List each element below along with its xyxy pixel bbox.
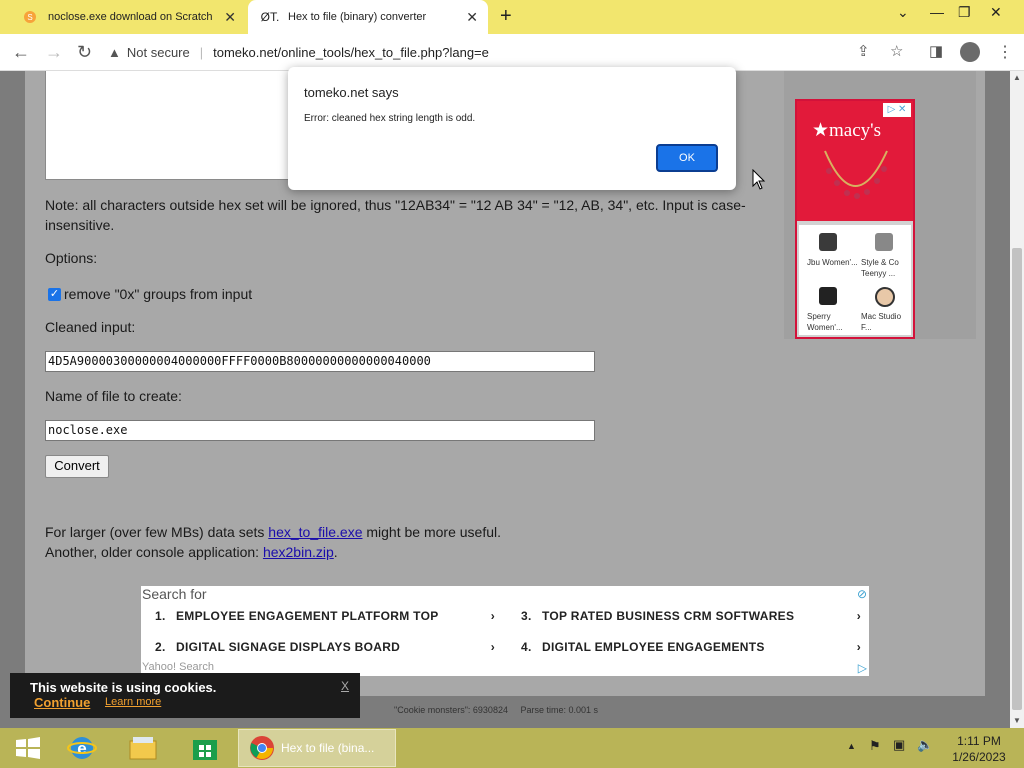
product-label[interactable]: Sperry Women'... (807, 311, 859, 333)
options-label: Options: (45, 250, 98, 266)
close-tab-icon[interactable]: ✕ (224, 9, 236, 26)
volume-icon[interactable]: 🔈 (917, 737, 933, 753)
convert-button[interactable]: Convert (45, 455, 109, 478)
side-panel-icon[interactable]: ◨ (929, 42, 943, 60)
new-tab-icon[interactable]: + (500, 5, 512, 28)
cookie-banner: This website is using cookies. Continue … (10, 673, 360, 718)
tomeko-icon: ØT. (260, 10, 280, 24)
internet-explorer-icon[interactable]: e (54, 731, 110, 765)
remove-0x-label: remove "0x" groups from input (64, 286, 253, 302)
hex2bin-link[interactable]: hex2bin.zip (263, 544, 334, 560)
cookie-learn-more-link[interactable]: Learn more (105, 696, 161, 708)
filename-label: Name of file to create: (45, 388, 182, 404)
close-tab-icon[interactable]: ✕ (466, 9, 478, 26)
mouse-cursor-icon (752, 169, 766, 190)
close-window-icon[interactable]: ✕ (990, 4, 1002, 21)
chevron-right-icon: › (856, 640, 861, 654)
tray-expand-icon[interactable]: ▲ (847, 741, 856, 751)
tab-hex-to-file[interactable]: ØT. Hex to file (binary) converter ✕ (248, 0, 488, 34)
back-icon[interactable]: ← (12, 42, 30, 63)
necklace-image (824, 150, 888, 199)
svg-text:e: e (77, 739, 86, 758)
not-secure-label: Not secure (126, 44, 190, 60)
ad-link-3[interactable]: 3. TOP RATED BUSINESS CRM SOFTWARES › (521, 609, 861, 623)
address-bar[interactable]: ▲ Not secure | tomeko.net/online_tools/h… (108, 38, 843, 66)
network-icon[interactable]: ▣ (893, 737, 905, 753)
reload-icon[interactable]: ↻ (77, 42, 92, 63)
windows-logo-icon (16, 737, 40, 759)
chevron-right-icon: › (490, 640, 495, 654)
svg-text:S: S (27, 13, 32, 22)
scroll-down-icon[interactable]: ▼ (1013, 716, 1021, 725)
ad-info-icon[interactable]: ▷ (858, 661, 867, 675)
share-icon[interactable]: ⇪ (857, 42, 870, 60)
file-explorer-icon[interactable] (115, 731, 171, 765)
scroll-up-icon[interactable]: ▲ (1013, 73, 1021, 82)
chrome-icon (250, 736, 274, 760)
taskbar-window-title: Hex to file (bina... (281, 741, 375, 755)
search-for-label: Search for (142, 586, 207, 602)
ad-link-2[interactable]: 2. DIGITAL SIGNAGE DISPLAYS BOARD › (155, 640, 495, 654)
page-status-line: "Cookie monsters": 6930824 Parse time: 0… (394, 705, 598, 715)
warning-icon: ▲ (108, 44, 121, 60)
browser-toolbar: ← → ↻ ▲ Not secure | tomeko.net/online_t… (0, 34, 1024, 71)
taskbar-chrome-window[interactable]: Hex to file (bina... (238, 729, 396, 767)
minimize-icon[interactable]: — (930, 4, 944, 20)
product-label[interactable]: Jbu Women'... (807, 257, 859, 268)
chevron-right-icon: › (856, 609, 861, 623)
cookie-title: This website is using cookies. (30, 680, 217, 695)
start-button[interactable] (0, 731, 56, 765)
dialog-title: tomeko.net says (304, 85, 399, 100)
tab-search-icon[interactable]: ⌄ (897, 4, 909, 21)
scrollbar-thumb[interactable] (1012, 248, 1022, 710)
filename-field[interactable]: noclose.exe (45, 420, 595, 441)
macys-ad[interactable]: ★macy's ▷ ✕ Jbu Women'... Style & Co Tee… (795, 99, 915, 339)
alert-dialog: tomeko.net says Error: cleaned hex strin… (288, 67, 736, 190)
scratch-icon: S (22, 9, 38, 25)
yahoo-search-label: Yahoo! Search (142, 661, 214, 673)
compact-image (875, 287, 895, 307)
tab-title: Hex to file (binary) converter (288, 11, 427, 23)
product-label[interactable]: Style & Co Teenyy ... (861, 257, 913, 279)
forward-icon[interactable]: → (45, 42, 63, 63)
chevron-right-icon: › (490, 609, 495, 623)
boot-image (819, 233, 837, 251)
shoe-image (819, 287, 837, 305)
clock-date: 1/26/2023 (952, 750, 1006, 764)
remove-0x-option: ✓ remove "0x" groups from input (48, 284, 252, 304)
bookmark-star-icon[interactable]: ☆ (890, 42, 903, 60)
menu-icon[interactable]: ⋮ (997, 42, 1013, 62)
dialog-message: Error: cleaned hex string length is odd. (304, 113, 476, 124)
restore-icon[interactable]: ❐ (958, 4, 971, 21)
ad-choices-icon[interactable]: ⊘ (857, 587, 867, 601)
tab-title: noclose.exe download on Scratch (48, 11, 213, 23)
hex-to-file-exe-link[interactable]: hex_to_file.exe (268, 524, 362, 540)
clock-time: 1:11 PM (957, 734, 1001, 748)
older-app-text: Another, older console application: hex2… (45, 544, 338, 560)
ad-link-4[interactable]: 4. DIGITAL EMPLOYEE ENGAGEMENTS › (521, 640, 861, 654)
search-ad-banner[interactable]: Search for ⊘ 1. EMPLOYEE ENGAGEMENT PLATF… (141, 586, 869, 676)
note-text: Note: all characters outside hex set wil… (45, 197, 746, 233)
cleaned-input-field[interactable]: 4D5A90000300000004000000FFFF0000B8000000… (45, 351, 595, 372)
cleaned-input-label: Cleaned input: (45, 319, 136, 335)
url-text: tomeko.net/online_tools/hex_to_file.php?… (213, 44, 489, 60)
boot-image (875, 233, 893, 251)
larger-data-text: For larger (over few MBs) data sets hex_… (45, 524, 501, 540)
ad-choices-icon[interactable]: ▷ ✕ (883, 103, 911, 117)
product-label[interactable]: Mac Studio F... (861, 311, 913, 333)
store-icon[interactable] (177, 731, 233, 765)
remove-0x-checkbox[interactable]: ✓ (48, 287, 61, 301)
cookie-close-button[interactable]: X (341, 679, 349, 693)
ok-button[interactable]: OK (656, 144, 718, 172)
tab-scratch[interactable]: S noclose.exe download on Scratch ✕ (8, 0, 246, 34)
tab-strip: S noclose.exe download on Scratch ✕ ØT. … (0, 0, 1024, 34)
ad-link-1[interactable]: 1. EMPLOYEE ENGAGEMENT PLATFORM TOP › (155, 609, 495, 623)
action-center-flag-icon[interactable]: ⚑ (869, 738, 881, 754)
taskbar-clock[interactable]: 1:11 PM 1/26/2023 (951, 733, 1007, 765)
profile-icon[interactable] (960, 42, 980, 62)
cookie-continue-link[interactable]: Continue (34, 695, 90, 710)
